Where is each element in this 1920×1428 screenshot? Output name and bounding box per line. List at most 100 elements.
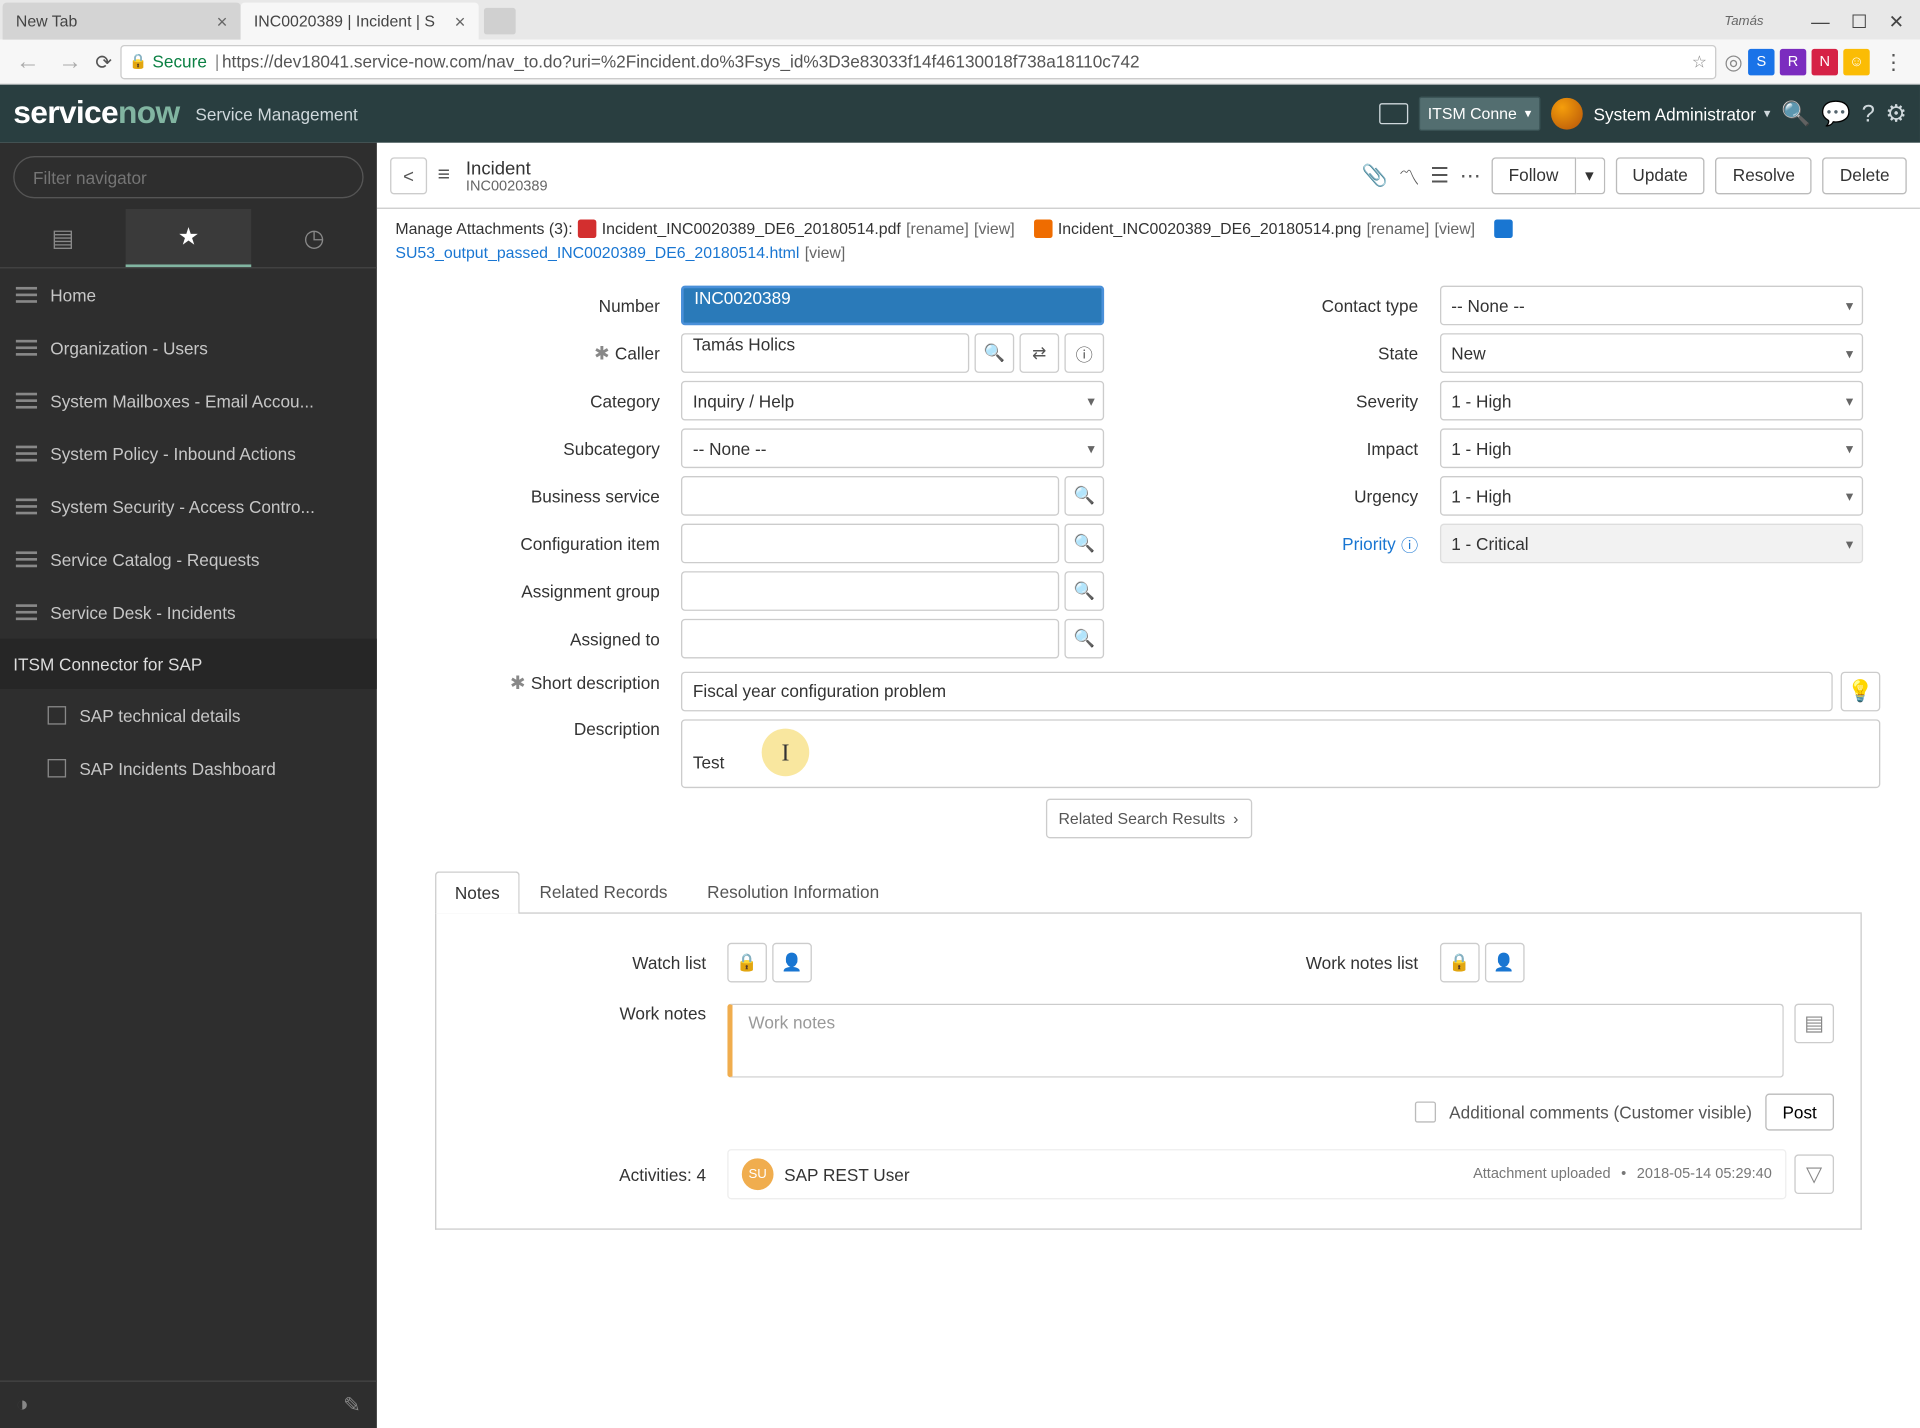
- edit-icon[interactable]: ✎: [343, 1392, 361, 1418]
- view-link[interactable]: [view]: [805, 243, 846, 262]
- description-textarea[interactable]: Test I: [681, 719, 1880, 788]
- close-icon[interactable]: ×: [217, 11, 228, 32]
- more-actions-icon[interactable]: ⋯: [1460, 162, 1481, 188]
- sidebar-item-system-policy[interactable]: System Policy - Inbound Actions: [0, 427, 377, 480]
- extension-emoji-icon[interactable]: ☺: [1843, 48, 1869, 74]
- sidebar-item-organization-users[interactable]: Organization - Users: [0, 321, 377, 374]
- sidebar-item-service-catalog[interactable]: Service Catalog - Requests: [0, 533, 377, 586]
- update-set-icon[interactable]: [1379, 103, 1408, 124]
- state-select[interactable]: New: [1439, 333, 1862, 373]
- tab-notes[interactable]: Notes: [435, 871, 520, 913]
- attachment-file-png[interactable]: Incident_INC0020389_DE6_20180514.png: [1058, 220, 1362, 239]
- target-icon[interactable]: ◎: [1724, 48, 1742, 74]
- reload-icon[interactable]: ⟳: [95, 50, 112, 74]
- sidebar-item-system-security[interactable]: System Security - Access Contro...: [0, 480, 377, 533]
- extension-r-icon[interactable]: R: [1780, 48, 1806, 74]
- delete-button[interactable]: Delete: [1823, 157, 1907, 194]
- user-menu[interactable]: System Administrator ▾: [1551, 98, 1770, 130]
- category-select[interactable]: Inquiry / Help: [681, 381, 1104, 421]
- configuration-item-input[interactable]: [681, 524, 1059, 564]
- view-link[interactable]: [view]: [1435, 220, 1476, 239]
- browser-tab-incident[interactable]: INC0020389 | Incident | S ×: [241, 3, 479, 40]
- tab-favorites-icon[interactable]: ★: [126, 209, 252, 267]
- view-link[interactable]: [view]: [974, 220, 1015, 239]
- personalize-icon[interactable]: ☰: [1430, 162, 1449, 188]
- subcategory-select[interactable]: -- None --: [681, 428, 1104, 468]
- business-service-input[interactable]: [681, 476, 1059, 516]
- search-icon[interactable]: 🔍: [1781, 100, 1811, 128]
- lookup-icon[interactable]: 🔍: [1064, 476, 1104, 516]
- suggestion-icon[interactable]: 💡: [1841, 672, 1881, 712]
- attachment-file-html[interactable]: SU53_output_passed_INC0020389_DE6_201805…: [395, 243, 799, 262]
- extension-n-icon[interactable]: N: [1812, 48, 1838, 74]
- follow-dropdown[interactable]: ▾: [1576, 157, 1605, 194]
- caller-input[interactable]: Tamás Holics: [681, 333, 969, 373]
- close-icon[interactable]: ×: [455, 11, 466, 32]
- maximize-icon[interactable]: ☐: [1851, 10, 1868, 32]
- lookup-icon[interactable]: 🔍: [1064, 524, 1104, 564]
- lookup-icon[interactable]: 🔍: [1064, 571, 1104, 611]
- gear-icon[interactable]: ⚙: [1885, 100, 1906, 128]
- expand-icon[interactable]: ▤: [1794, 1004, 1834, 1044]
- new-tab-button[interactable]: [484, 8, 516, 34]
- short-description-input[interactable]: Fiscal year configuration problem: [681, 672, 1833, 712]
- impact-select[interactable]: 1 - High: [1439, 428, 1862, 468]
- back-icon[interactable]: ←: [11, 48, 45, 76]
- attachment-file-pdf[interactable]: Incident_INC0020389_DE6_20180514.pdf: [602, 220, 901, 239]
- rename-link[interactable]: [rename]: [1367, 220, 1430, 239]
- severity-select[interactable]: 1 - High: [1439, 381, 1862, 421]
- lock-icon[interactable]: 🔒: [1439, 943, 1479, 983]
- show-related-icon[interactable]: ⇄: [1019, 333, 1059, 373]
- tab-resolution-information[interactable]: Resolution Information: [687, 870, 899, 912]
- profile-name[interactable]: Tamás: [1724, 14, 1763, 29]
- form-menu-icon[interactable]: ≡: [438, 163, 450, 187]
- post-button[interactable]: Post: [1765, 1094, 1834, 1131]
- servicenow-logo[interactable]: servicenow: [13, 95, 179, 132]
- add-me-icon[interactable]: 👤: [772, 943, 812, 983]
- assignment-group-input[interactable]: [681, 571, 1059, 611]
- related-search-button[interactable]: Related Search Results ›: [1045, 799, 1251, 839]
- activity-filter-icon[interactable]: ▽: [1794, 1154, 1834, 1194]
- attachment-icon[interactable]: 📎: [1362, 162, 1388, 188]
- rename-link[interactable]: [rename]: [906, 220, 969, 239]
- urgency-select[interactable]: 1 - High: [1439, 476, 1862, 516]
- sidebar-item-sap-dashboard[interactable]: SAP Incidents Dashboard: [0, 742, 377, 795]
- sidebar-section-header[interactable]: ITSM Connector for SAP: [0, 639, 377, 689]
- tab-history-icon[interactable]: ◷: [251, 209, 377, 267]
- attachments-lead[interactable]: Manage Attachments (3):: [395, 220, 572, 239]
- tab-related-records[interactable]: Related Records: [520, 870, 688, 912]
- filter-navigator-input[interactable]: [13, 156, 363, 198]
- role-picker[interactable]: ITSM Conne ▾: [1418, 97, 1540, 131]
- help-icon[interactable]: ⓘ: [1401, 531, 1418, 556]
- lookup-icon[interactable]: 🔍: [1064, 619, 1104, 659]
- back-button[interactable]: <: [390, 157, 427, 194]
- resolve-button[interactable]: Resolve: [1716, 157, 1812, 194]
- star-icon[interactable]: ☆: [1692, 51, 1707, 72]
- sidebar-item-system-mailboxes[interactable]: System Mailboxes - Email Accou...: [0, 374, 377, 427]
- sidebar-item-home[interactable]: Home: [0, 268, 377, 321]
- update-button[interactable]: Update: [1615, 157, 1705, 194]
- add-me-icon[interactable]: 👤: [1484, 943, 1524, 983]
- collapse-icon[interactable]: ◑: [16, 1393, 29, 1417]
- activity-stream-icon[interactable]: 〽: [1398, 159, 1419, 191]
- forward-icon[interactable]: →: [53, 48, 87, 76]
- number-input[interactable]: INC0020389: [681, 286, 1104, 326]
- chat-icon[interactable]: 💬: [1821, 100, 1851, 128]
- follow-button[interactable]: Follow: [1491, 157, 1575, 194]
- address-bar[interactable]: 🔒 Secure | https://dev18041.service-now.…: [120, 44, 1717, 78]
- contact-type-select[interactable]: -- None --: [1439, 286, 1862, 326]
- kebab-icon[interactable]: ⋮: [1878, 48, 1910, 74]
- work-notes-textarea[interactable]: Work notes: [727, 1004, 1784, 1078]
- browser-tab-newtab[interactable]: New Tab ×: [3, 3, 241, 40]
- minimize-icon[interactable]: —: [1811, 11, 1830, 32]
- help-icon[interactable]: ?: [1862, 100, 1875, 128]
- additional-comments-checkbox[interactable]: [1415, 1101, 1436, 1122]
- sidebar-item-service-desk[interactable]: Service Desk - Incidents: [0, 586, 377, 639]
- sidebar-item-sap-technical[interactable]: SAP technical details: [0, 689, 377, 742]
- assigned-to-input[interactable]: [681, 619, 1059, 659]
- lock-icon[interactable]: 🔒: [727, 943, 767, 983]
- close-window-icon[interactable]: ✕: [1889, 10, 1905, 32]
- tab-all-apps-icon[interactable]: ▤: [0, 209, 126, 267]
- info-icon[interactable]: ⓘ: [1064, 333, 1104, 373]
- extension-s-icon[interactable]: S: [1748, 48, 1774, 74]
